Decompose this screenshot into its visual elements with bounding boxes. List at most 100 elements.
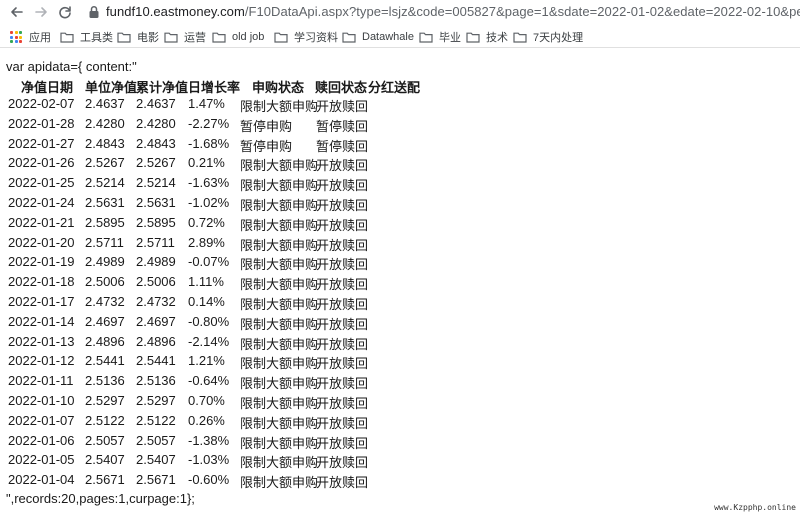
bookmark-label: 应用: [29, 32, 51, 44]
bookmarks-bar: 应用 工具类 电影 运营 old job 学习资料 Datawhale 毕业 技…: [0, 26, 800, 48]
cell-accum-nav: 2.4697: [136, 313, 176, 329]
bookmark-folder[interactable]: Datawhale: [342, 29, 414, 45]
cell-unit-nav: 2.5214: [85, 175, 125, 191]
bookmark-label: 7天内处理: [533, 32, 584, 44]
header-redeem-status: 赎回状态: [315, 80, 368, 95]
page-content: var apidata={ content:" 净值日期 单位净值 累计净值 日…: [0, 48, 800, 514]
cell-unit-nav: 2.5631: [85, 195, 125, 210]
bookmark-label: 工具类: [80, 32, 113, 44]
cell-date: 2022-01-05: [8, 452, 75, 468]
cell-accum-nav: 2.4637: [136, 96, 176, 111]
cell-date: 2022-01-14: [8, 313, 75, 329]
bookmark-label: old job: [232, 31, 265, 43]
back-button[interactable]: [8, 3, 26, 21]
bookmark-folder[interactable]: 运营: [164, 29, 206, 45]
cell-accum-nav: 2.5407: [136, 452, 176, 468]
cell-purchase-status: 限制大额申购: [240, 198, 319, 213]
cell-redeem-status: 开放赎回: [316, 336, 369, 352]
cell-date: 2022-01-06: [8, 432, 75, 448]
cell-purchase-status: 限制大额申购: [240, 237, 319, 253]
cell-daily-growth: -1.63%: [188, 175, 230, 191]
cell-redeem-status: 开放赎回: [316, 297, 369, 312]
bookmark-label: 学习资料: [294, 32, 338, 44]
cell-purchase-status: 限制大额申购: [240, 217, 319, 233]
header-daily-growth: 日增长率: [188, 80, 241, 95]
cell-unit-nav: 2.5711: [85, 234, 124, 250]
arrow-left-icon: [11, 7, 23, 17]
table-row: 2022-01-13 2.4896 2.4896 -2.14% 限制大额申购 开放赎回: [0, 334, 800, 354]
cell-accum-nav: 2.5136: [136, 373, 176, 389]
cell-accum-nav: 2.4989: [136, 254, 176, 270]
table-row: 2022-01-04 2.5671 2.5671 -0.60% 限制大额申购 开放赎回: [0, 472, 800, 492]
cell-purchase-status: 限制大额申购: [240, 297, 319, 312]
reload-button[interactable]: [56, 3, 74, 21]
cell-daily-growth: -0.60%: [188, 472, 230, 488]
cell-daily-growth: 0.72%: [188, 214, 225, 230]
cell-accum-nav: 2.5631: [136, 195, 176, 210]
apps-grid-icon: [10, 31, 22, 43]
cell-unit-nav: 2.5895: [85, 214, 125, 230]
cell-date: 2022-01-18: [8, 274, 75, 290]
address-bar[interactable]: fundf10.eastmoney.com/F10DataApi.aspx?ty…: [106, 4, 800, 19]
folder-icon: [342, 32, 356, 43]
cell-redeem-status: 暂停赎回: [316, 118, 369, 134]
cell-purchase-status: 限制大额申购: [240, 455, 319, 471]
bookmark-label: 运营: [184, 32, 206, 44]
cell-purchase-status: 限制大额申购: [240, 356, 319, 372]
cell-redeem-status: 开放赎回: [316, 475, 369, 491]
url-path: /F10DataApi.aspx?type=lsjz&code=005827&p…: [244, 4, 800, 19]
cell-unit-nav: 2.5671: [85, 472, 125, 488]
cell-redeem-status: 开放赎回: [316, 158, 369, 174]
cell-accum-nav: 2.5297: [136, 393, 176, 408]
cell-daily-growth: 1.11%: [188, 274, 224, 290]
cell-purchase-status: 限制大额申购: [240, 396, 319, 411]
cell-unit-nav: 2.5267: [85, 155, 125, 171]
header-unit-nav: 单位净值: [85, 80, 138, 95]
table-row: 2022-01-11 2.5136 2.5136 -0.64% 限制大额申购 开放赎回: [0, 373, 800, 393]
bookmark-folder[interactable]: 学习资料: [274, 29, 338, 45]
lock-icon[interactable]: [88, 5, 100, 19]
table-row: 2022-01-17 2.4732 2.4732 0.14% 限制大额申购 开放赎回: [0, 294, 800, 314]
folder-icon: [60, 32, 74, 43]
arrow-right-icon: [35, 7, 47, 17]
cell-redeem-status: 开放赎回: [316, 316, 369, 332]
cell-purchase-status: 限制大额申购: [240, 435, 319, 451]
url-host: fundf10.eastmoney.com: [106, 4, 245, 19]
cell-unit-nav: 2.5441: [85, 353, 125, 369]
cell-redeem-status: 开放赎回: [316, 217, 369, 233]
bookmark-folder[interactable]: 毕业: [419, 29, 461, 45]
table-row: 2022-01-24 2.5631 2.5631 -1.02% 限制大额申购 开放赎回: [0, 195, 800, 215]
cell-purchase-status: 限制大额申购: [240, 376, 319, 392]
cell-purchase-status: 限制大额申购: [240, 257, 319, 273]
cell-accum-nav: 2.4280: [136, 115, 176, 131]
bookmark-folder[interactable]: old job: [212, 29, 264, 45]
bookmark-apps[interactable]: 应用: [10, 29, 51, 45]
cell-accum-nav: 2.5006: [136, 274, 176, 290]
cell-unit-nav: 2.4637: [85, 96, 125, 111]
cell-accum-nav: 2.5441: [136, 353, 176, 369]
bookmark-folder[interactable]: 技术: [466, 29, 508, 45]
forward-button[interactable]: [32, 3, 50, 21]
bookmark-label: 电影: [137, 32, 159, 44]
bookmark-folder[interactable]: 7天内处理: [513, 29, 583, 45]
cell-daily-growth: -2.14%: [188, 333, 230, 349]
table-row: 2022-02-07 2.4637 2.4637 1.47% 限制大额申购 开放赎回: [0, 96, 800, 116]
cell-redeem-status: 开放赎回: [316, 415, 369, 431]
cell-daily-growth: 0.26%: [188, 412, 225, 428]
bookmark-label: Datawhale: [362, 31, 414, 43]
cell-purchase-status: 限制大额申购: [240, 475, 319, 491]
cell-date: 2022-01-28: [8, 115, 75, 131]
cell-date: 2022-01-24: [8, 195, 75, 210]
bookmark-folder[interactable]: 工具类: [60, 29, 113, 45]
cell-date: 2022-01-04: [8, 472, 75, 488]
bookmark-folder[interactable]: 电影: [117, 29, 159, 45]
cell-redeem-status: 开放赎回: [316, 455, 369, 471]
cell-daily-growth: -2.27%: [188, 115, 230, 131]
table-row: 2022-01-07 2.5122 2.5122 0.26% 限制大额申购 开放赎回: [0, 413, 800, 433]
cell-accum-nav: 2.4896: [136, 333, 176, 349]
cell-unit-nav: 2.4697: [85, 313, 125, 329]
cell-redeem-status: 开放赎回: [316, 257, 369, 273]
folder-icon: [419, 32, 433, 43]
cell-unit-nav: 2.5057: [85, 432, 125, 448]
cell-date: 2022-02-07: [8, 96, 75, 111]
